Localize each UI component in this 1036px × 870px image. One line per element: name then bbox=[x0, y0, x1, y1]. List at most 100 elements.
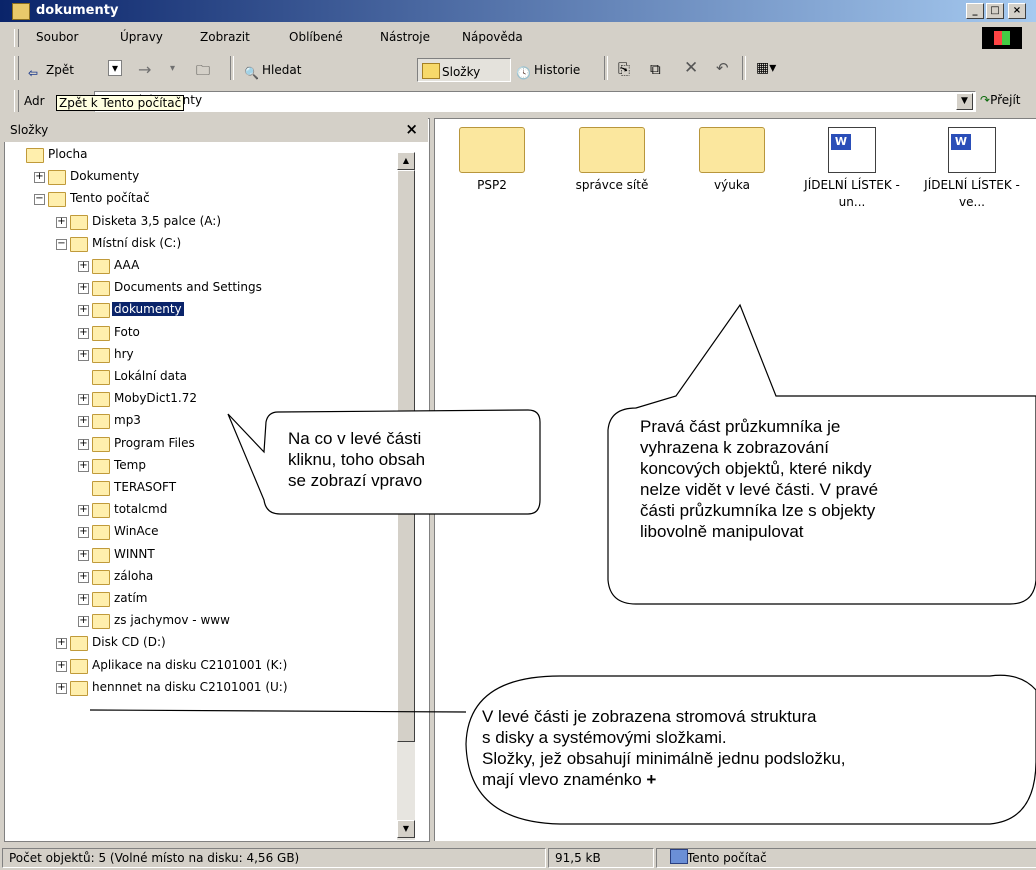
minimize-button[interactable]: _ bbox=[966, 3, 984, 19]
search-label: Hledat bbox=[262, 63, 302, 77]
folders-label: Složky bbox=[442, 65, 481, 79]
back-dropdown-icon[interactable]: ▾ bbox=[108, 60, 123, 76]
scroll-up-icon[interactable]: ▲ bbox=[397, 152, 415, 170]
expand-icon[interactable]: + bbox=[78, 349, 89, 361]
tree-item-label: Tento počítač bbox=[70, 191, 150, 206]
document-item[interactable]: W JÍDELNÍ LÍSTEK - un... bbox=[797, 127, 907, 211]
expand-icon[interactable]: + bbox=[78, 438, 89, 450]
menu-grip bbox=[14, 29, 19, 47]
expand-icon[interactable]: + bbox=[78, 505, 89, 517]
folder-window-icon bbox=[12, 3, 30, 20]
callout-a2-line: libovolně manipulovat bbox=[640, 522, 804, 541]
menu-zobrazit[interactable]: Zobrazit bbox=[200, 30, 250, 44]
folder-icon bbox=[70, 658, 88, 674]
expand-icon[interactable]: + bbox=[78, 549, 89, 561]
expand-icon[interactable]: + bbox=[78, 527, 89, 539]
go-label: Přejít bbox=[990, 93, 1021, 107]
undo-icon[interactable]: ↶ bbox=[716, 59, 729, 77]
copy-to-icon[interactable]: ⧉ bbox=[650, 60, 661, 78]
back-button[interactable]: ⇦ Zpět bbox=[28, 63, 74, 80]
folders-button[interactable]: Složky bbox=[422, 63, 480, 79]
folder-item[interactable]: výuka bbox=[677, 127, 787, 194]
menu-soubor[interactable]: Soubor bbox=[36, 30, 78, 44]
callout-a2-line: vyhrazena k zobrazování bbox=[640, 438, 829, 457]
expand-icon[interactable]: + bbox=[56, 660, 67, 672]
word-document-icon: W bbox=[948, 127, 996, 173]
forward-icon[interactable]: → bbox=[138, 60, 151, 79]
callout-a3-line: V levé části je zobrazena stromová struk… bbox=[482, 707, 817, 726]
status-location-label: Tento počítač bbox=[687, 851, 767, 865]
callout-a3-line: s disky a systémovými složkami. bbox=[482, 728, 727, 747]
tree-item-label: Aplikace na disku C2101001 (K:) bbox=[92, 657, 288, 672]
expand-icon[interactable]: + bbox=[78, 305, 89, 317]
maximize-button[interactable]: □ bbox=[986, 3, 1004, 19]
callout-a2-line: Pravá část průzkumníka je bbox=[640, 417, 841, 436]
menu-nastroje[interactable]: Nástroje bbox=[380, 30, 430, 44]
expand-icon[interactable]: + bbox=[78, 283, 89, 295]
document-item[interactable]: W JÍDELNÍ LÍSTEK - ve... bbox=[917, 127, 1027, 211]
search-icon: 🔍 bbox=[244, 66, 259, 80]
go-button[interactable]: ↷Přejít bbox=[980, 93, 1021, 107]
folders-panel-header: Složky × bbox=[4, 118, 428, 142]
back-arrow-icon: ⇦ bbox=[28, 66, 39, 80]
tree-item-label: WINNT bbox=[114, 546, 155, 561]
expand-icon[interactable]: + bbox=[56, 638, 67, 650]
large-folder-icon bbox=[459, 127, 525, 173]
collapse-icon[interactable]: − bbox=[34, 194, 45, 206]
menu-napoveda[interactable]: Nápověda bbox=[462, 30, 523, 44]
item-caption: správce sítě bbox=[575, 178, 649, 192]
tree-item-label: MobyDict1.72 bbox=[114, 391, 198, 406]
folder-icon bbox=[48, 192, 66, 208]
views-icon[interactable]: ▦▾ bbox=[756, 60, 776, 76]
large-folder-icon bbox=[579, 127, 645, 173]
expand-icon[interactable]: + bbox=[34, 172, 45, 184]
word-document-icon: W bbox=[828, 127, 876, 173]
expand-icon[interactable]: + bbox=[78, 394, 89, 406]
close-panel-icon[interactable]: × bbox=[405, 120, 418, 138]
tree-scrollbar[interactable]: ▲ ▼ bbox=[397, 152, 415, 840]
expand-icon[interactable]: + bbox=[78, 616, 89, 628]
expand-icon[interactable]: + bbox=[78, 416, 89, 428]
expand-icon[interactable]: + bbox=[78, 327, 89, 339]
folder-tree: Plocha + Dokumenty − Tento počítač + Disketa 3… bbox=[4, 142, 396, 840]
expand-icon[interactable]: + bbox=[78, 594, 89, 605]
folder-icon bbox=[92, 481, 110, 496]
folder-icon bbox=[48, 170, 66, 186]
folder-item[interactable]: PSP2 bbox=[437, 127, 547, 194]
close-button[interactable]: × bbox=[1008, 3, 1026, 19]
status-location: Tento počítač bbox=[656, 848, 1036, 868]
menu-oblibene[interactable]: Oblíbené bbox=[289, 30, 343, 44]
computer-icon bbox=[670, 849, 688, 864]
up-folder-icon[interactable]: 🗀 bbox=[196, 60, 210, 84]
collapse-icon[interactable]: − bbox=[56, 238, 67, 250]
tree-item-label: Foto bbox=[114, 324, 140, 339]
callout-a2-line: části průzkumníka lze s objekty bbox=[640, 501, 876, 520]
tree-item-label: zatím bbox=[114, 591, 148, 605]
search-button[interactable]: 🔍 Hledat bbox=[244, 63, 301, 80]
callout-a1-text: Na co v levé části kliknu, toho obsah se… bbox=[288, 428, 425, 491]
address-field[interactable]: ▼ bbox=[94, 91, 976, 112]
scroll-down-icon[interactable]: ▼ bbox=[397, 820, 415, 838]
tree-item-label: TERASOFT bbox=[114, 480, 177, 494]
address-dropdown-icon[interactable]: ▼ bbox=[956, 93, 973, 110]
callout-a3-text: V levé části je zobrazena stromová struk… bbox=[482, 706, 846, 790]
menu-upravy[interactable]: Úpravy bbox=[120, 30, 163, 44]
expand-icon[interactable]: + bbox=[56, 216, 67, 228]
folder-item[interactable]: správce sítě bbox=[557, 127, 667, 194]
title-bar: dokumenty _ □ × bbox=[0, 0, 1036, 22]
tree-item-label: Místní disk (C:) bbox=[92, 235, 182, 250]
move-to-icon[interactable]: ⎘ bbox=[618, 60, 630, 78]
expand-icon[interactable]: + bbox=[78, 460, 89, 472]
expand-icon[interactable]: + bbox=[78, 571, 89, 583]
expand-icon[interactable]: + bbox=[56, 682, 67, 694]
folder-icon bbox=[92, 392, 110, 408]
delete-icon[interactable]: ✕ bbox=[684, 58, 698, 78]
large-folder-icon bbox=[699, 127, 765, 173]
tree-item-label: Lokální data bbox=[114, 369, 188, 383]
status-size: 91,5 kB bbox=[548, 848, 654, 868]
forward-dropdown-icon[interactable]: ▾ bbox=[170, 63, 175, 74]
expand-icon[interactable]: + bbox=[78, 261, 89, 272]
folder-icon bbox=[70, 636, 88, 652]
tree-item-label: totalcmd bbox=[114, 502, 168, 517]
history-button[interactable]: 🕓 Historie bbox=[516, 63, 580, 80]
